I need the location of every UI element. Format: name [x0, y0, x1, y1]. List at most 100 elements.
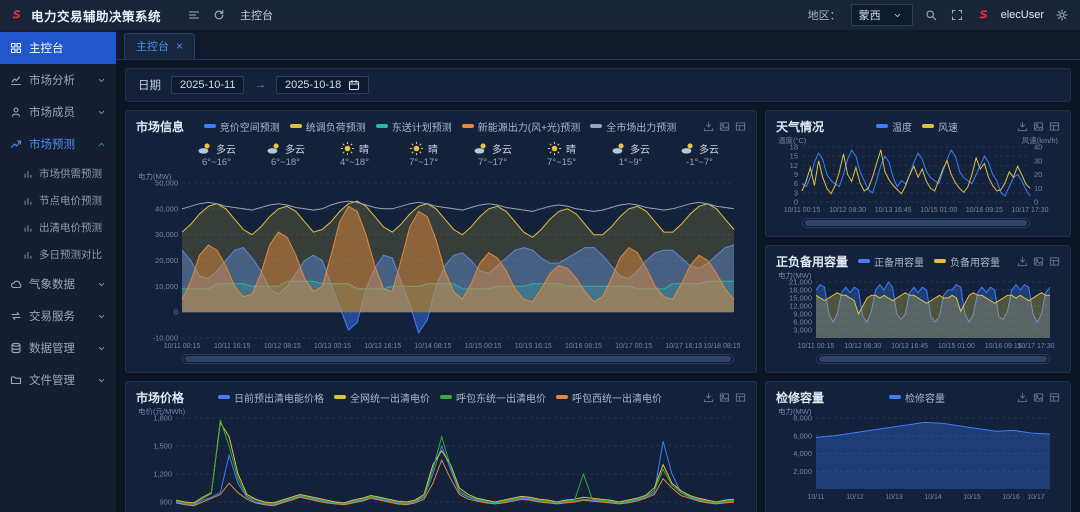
- region-select[interactable]: 蒙西: [851, 4, 913, 26]
- legend-item[interactable]: 温度: [876, 119, 912, 134]
- svg-text:6,000: 6,000: [793, 431, 812, 440]
- svg-text:10/12 08:15: 10/12 08:15: [264, 343, 301, 350]
- collapse-menu-icon[interactable]: [186, 7, 202, 23]
- user-menu[interactable]: elecUser: [1001, 9, 1044, 21]
- scrollbar-handle[interactable]: [805, 220, 1027, 226]
- legend-item[interactable]: 东送计划预测: [376, 119, 452, 134]
- maintenance-chart[interactable]: 2,0004,0006,0008,000电力(MW)10/1110/1210/1…: [776, 406, 1060, 502]
- snapshot-icon[interactable]: [719, 392, 730, 403]
- export-icon[interactable]: [1049, 121, 1060, 132]
- snapshot-icon[interactable]: [719, 121, 730, 132]
- svg-text:1,500: 1,500: [153, 442, 172, 451]
- scrollbar-handle[interactable]: [819, 356, 1047, 362]
- download-icon[interactable]: [1017, 121, 1028, 132]
- legend-item[interactable]: 新能源出力(风+光)预测: [462, 119, 581, 134]
- legend-item[interactable]: 全网统一出清电价: [334, 390, 430, 405]
- export-icon[interactable]: [735, 121, 746, 132]
- snapshot-icon[interactable]: [1033, 121, 1044, 132]
- legend-item[interactable]: 竞价空间预测: [204, 119, 280, 134]
- svg-text:40,000: 40,000: [155, 204, 178, 213]
- svg-text:9: 9: [794, 170, 798, 179]
- reserve-chart[interactable]: 3,0006,0009,00012,00015,00018,00021,000电…: [776, 270, 1060, 351]
- market-info-chart[interactable]: -10,000010,00020,00030,00040,00050,000电力…: [136, 171, 746, 351]
- fullscreen-icon[interactable]: [949, 7, 965, 23]
- bars-icon: [23, 223, 33, 233]
- weather-day: 多云-1°~7°: [665, 137, 734, 171]
- panel-title: 市场信息: [136, 118, 184, 135]
- panel-title: 正负备用容量: [776, 253, 848, 270]
- legend-item[interactable]: 呼包西统一出清电价: [556, 390, 662, 405]
- legend-item[interactable]: 全市场出力预测: [590, 119, 676, 134]
- legend-item[interactable]: 日前预出清电能价格: [218, 390, 324, 405]
- content: 日期 2025-10-11 → 2025-10-18: [116, 60, 1080, 512]
- svg-text:10/11 00:15: 10/11 00:15: [164, 343, 201, 350]
- svg-text:10/12 08:30: 10/12 08:30: [829, 207, 866, 214]
- sidebar-item-clearing-price-forecast[interactable]: 出清电价预测: [0, 214, 116, 241]
- start-date-input[interactable]: 2025-10-11: [171, 76, 244, 94]
- download-icon[interactable]: [703, 121, 714, 132]
- sidebar: 主控台市场分析市场成员市场预测市场供需预测节点电价预测出清电价预测多日预测对比气…: [0, 30, 116, 512]
- sidebar-item-file-management[interactable]: 文件管理: [0, 364, 116, 396]
- sidebar-item-supply-demand-forecast[interactable]: 市场供需预测: [0, 160, 116, 187]
- gear-icon[interactable]: [1054, 7, 1070, 23]
- sidebar-item-console[interactable]: 主控台: [0, 32, 116, 64]
- chart-scrollbar[interactable]: [816, 354, 1050, 364]
- sidebar-item-market-analysis[interactable]: 市场分析: [0, 64, 116, 96]
- snapshot-icon[interactable]: [1033, 256, 1044, 267]
- svg-text:18,000: 18,000: [789, 286, 812, 295]
- sidebar-item-multi-day-comparison[interactable]: 多日预测对比: [0, 241, 116, 268]
- chart-scrollbar[interactable]: [182, 354, 734, 364]
- main-area: 主控台 × 日期 2025-10-11 → 2025-10-18: [116, 30, 1080, 512]
- svg-text:3: 3: [794, 188, 798, 197]
- chart-scrollbar[interactable]: [802, 218, 1030, 228]
- svg-text:10/13 16:45: 10/13 16:45: [875, 207, 912, 214]
- panel-reserve: 正负备用容量 正备用容量负备用容量 3,0006,0009,00012,0001…: [765, 245, 1071, 373]
- export-icon[interactable]: [1049, 256, 1060, 267]
- legend-item[interactable]: 正备用容量: [858, 254, 924, 269]
- sidebar-item-market-members[interactable]: 市场成员: [0, 96, 116, 128]
- svg-text:10/14 08:15: 10/14 08:15: [414, 343, 451, 350]
- snapshot-icon[interactable]: [1033, 392, 1044, 403]
- panel-price: 市场价格 日前预出清电能价格全网统一出清电价呼包东统一出清电价呼包西统一出清电价…: [125, 381, 757, 512]
- weather-chart[interactable]: 0369121518010203040温度(°C)风速(km/h)10/11 0…: [776, 135, 1060, 215]
- legend-item[interactable]: 呼包东统一出清电价: [440, 390, 546, 405]
- svg-text:10: 10: [1034, 184, 1042, 193]
- export-icon[interactable]: [735, 392, 746, 403]
- svg-text:10/17 00:15: 10/17 00:15: [615, 343, 652, 350]
- svg-text:10/18 08:15: 10/18 08:15: [704, 343, 741, 350]
- svg-text:10/17: 10/17: [1027, 494, 1045, 501]
- panel-actions: [1017, 121, 1060, 132]
- download-icon[interactable]: [1017, 392, 1028, 403]
- svg-text:1,200: 1,200: [153, 470, 172, 479]
- legend-item[interactable]: 负备用容量: [934, 254, 1000, 269]
- search-icon[interactable]: [923, 7, 939, 23]
- price-chart[interactable]: 9001,2001,5001,800电价(元/MWh): [136, 406, 746, 512]
- svg-text:10,000: 10,000: [155, 282, 178, 291]
- legend-item[interactable]: 检修容量: [889, 390, 945, 405]
- sidebar-item-weather-data[interactable]: 气象数据: [0, 268, 116, 300]
- refresh-icon[interactable]: [211, 7, 227, 23]
- legend-item[interactable]: 统调负荷预测: [290, 119, 366, 134]
- svg-text:10/16: 10/16: [1002, 494, 1020, 501]
- export-icon[interactable]: [1049, 392, 1060, 403]
- tab-console[interactable]: 主控台 ×: [124, 33, 195, 59]
- tab-close-icon[interactable]: ×: [176, 40, 183, 52]
- panel-actions: [1017, 256, 1060, 267]
- download-icon[interactable]: [703, 392, 714, 403]
- region-value: 蒙西: [859, 7, 881, 23]
- end-date-input[interactable]: 2025-10-18: [276, 76, 369, 94]
- svg-text:10/11 16:15: 10/11 16:15: [214, 343, 251, 350]
- svg-text:风速(km/h): 风速(km/h): [1022, 136, 1059, 145]
- download-icon[interactable]: [1017, 256, 1028, 267]
- sidebar-item-market-forecast[interactable]: 市场预测: [0, 128, 116, 160]
- app-root: 电力交易辅助决策系统 主控台 地区： 蒙西 elec: [0, 0, 1080, 512]
- app-title: 电力交易辅助决策系统: [31, 6, 161, 25]
- weather-day: 多云7°~17°: [458, 137, 527, 171]
- sidebar-item-node-price-forecast[interactable]: 节点电价预测: [0, 187, 116, 214]
- sidebar-item-data-management[interactable]: 数据管理: [0, 332, 116, 364]
- chevron-down-icon: [97, 312, 106, 321]
- sidebar-item-trade-services[interactable]: 交易服务: [0, 300, 116, 332]
- scrollbar-handle[interactable]: [185, 356, 731, 362]
- legend-item[interactable]: 风速: [922, 119, 958, 134]
- svg-text:10/11 00:15: 10/11 00:15: [798, 343, 835, 350]
